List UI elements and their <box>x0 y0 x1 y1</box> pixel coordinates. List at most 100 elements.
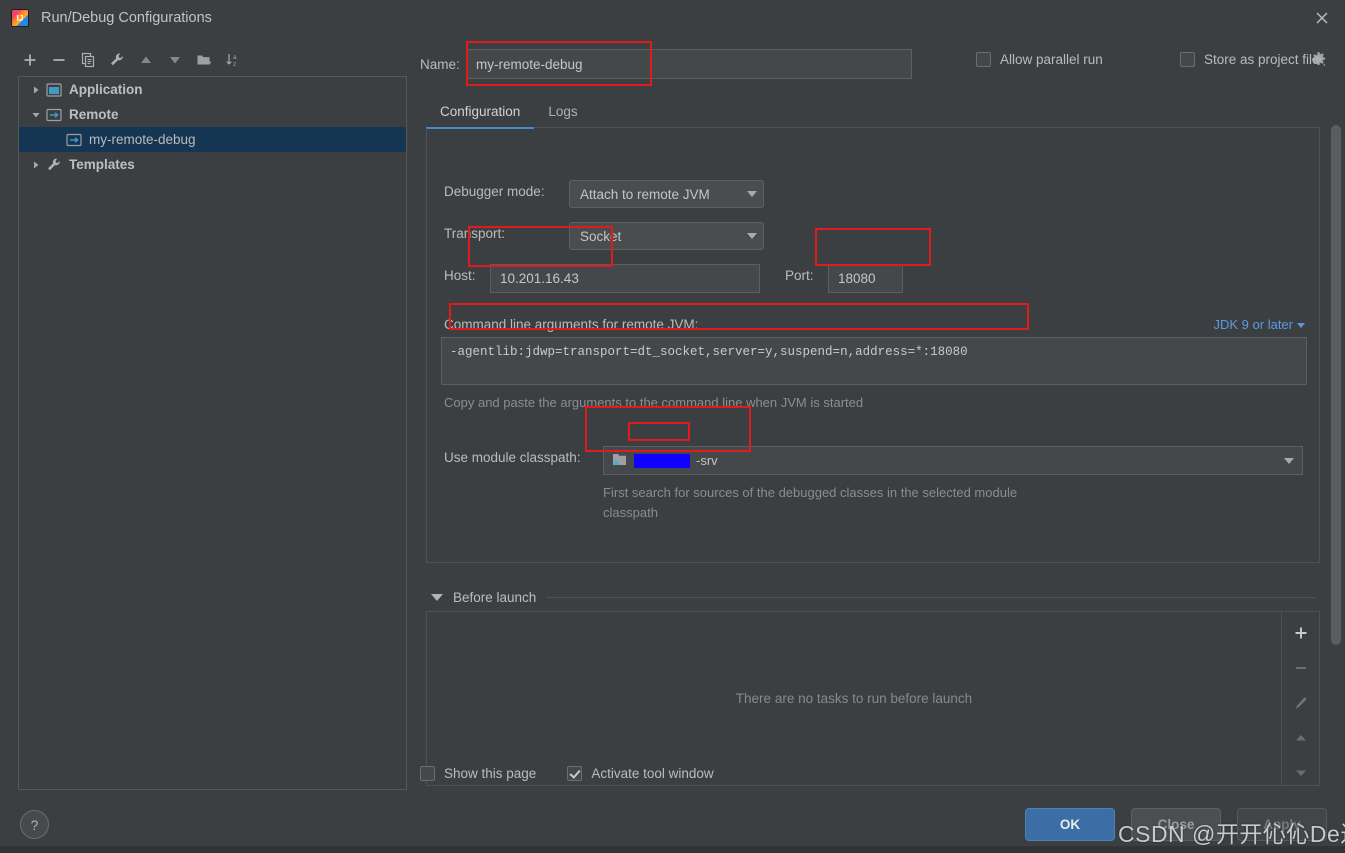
configuration-editor-pane: Name: Allow parallel run Store as projec… <box>420 36 1345 796</box>
expand-arrow-right-icon[interactable] <box>27 152 45 177</box>
editor-tabs: Configuration Logs <box>426 94 1320 129</box>
move-task-down-button[interactable] <box>1289 762 1313 784</box>
bottom-options-row: Show this page Activate tool window <box>420 766 714 781</box>
store-as-project-file-checkbox-row[interactable]: Store as project file <box>1180 52 1320 67</box>
wrench-icon[interactable] <box>104 48 130 72</box>
store-as-project-file-checkbox[interactable] <box>1180 52 1195 67</box>
svg-text:z: z <box>233 61 236 68</box>
title-bar: Run/Debug Configurations <box>0 0 1345 36</box>
move-task-up-button[interactable] <box>1289 727 1313 749</box>
chevron-down-icon <box>1297 323 1305 328</box>
expand-arrow-right-icon[interactable] <box>27 77 45 102</box>
command-line-hint: Copy and paste the arguments to the comm… <box>444 395 864 410</box>
tab-logs[interactable]: Logs <box>534 104 591 128</box>
close-icon[interactable] <box>1299 0 1345 36</box>
name-row: Name: <box>420 47 912 81</box>
edit-task-button[interactable] <box>1289 692 1313 714</box>
transport-value: Socket <box>580 228 622 244</box>
tree-item-remote[interactable]: Remote <box>19 102 406 127</box>
add-configuration-button[interactable] <box>17 48 43 72</box>
name-label: Name: <box>420 56 460 72</box>
command-line-arguments-label: Command line arguments for remote JVM: <box>444 317 699 332</box>
port-row: Port: <box>785 268 814 283</box>
before-launch-title: Before launch <box>453 589 537 605</box>
before-launch-panel: There are no tasks to run before launch <box>426 611 1320 786</box>
scrollbar-thumb[interactable] <box>1331 125 1341 645</box>
before-launch-task-list[interactable]: There are no tasks to run before launch <box>427 612 1281 785</box>
host-input[interactable] <box>490 264 760 293</box>
debugger-mode-select[interactable]: Attach to remote JVM <box>569 180 764 208</box>
jdk-version-label: JDK 9 or later <box>1213 317 1293 332</box>
store-as-project-file-label: Store as project file <box>1204 52 1320 67</box>
help-button[interactable]: ? <box>20 810 49 839</box>
show-this-page-label: Show this page <box>444 766 537 781</box>
module-classpath-value: -srv <box>696 453 718 468</box>
module-classpath-label: Use module classpath: <box>444 450 581 465</box>
intellij-idea-icon <box>11 9 29 27</box>
tree-item-label: Application <box>69 82 143 97</box>
host-label: Host: <box>444 268 476 283</box>
allow-parallel-run-checkbox-row[interactable]: Allow parallel run <box>976 52 1103 67</box>
configurations-sidebar: a z Application Remote my-remote-debug T… <box>9 44 407 796</box>
remove-configuration-button[interactable] <box>46 48 72 72</box>
transport-label: Transport: <box>444 226 506 241</box>
svg-text:a: a <box>233 54 237 61</box>
tree-item-label: Remote <box>69 107 119 122</box>
activate-tool-window-checkbox[interactable] <box>567 766 583 781</box>
module-classpath-select[interactable]: -srv <box>603 446 1303 475</box>
redacted-module-name <box>634 453 690 468</box>
expand-arrow-down-icon[interactable] <box>27 102 45 127</box>
module-icon <box>612 452 628 470</box>
host-row: Host: <box>444 268 476 283</box>
remove-task-button[interactable] <box>1289 657 1313 679</box>
ok-button[interactable]: OK <box>1025 808 1115 841</box>
port-label: Port: <box>785 268 814 283</box>
folder-add-icon[interactable] <box>191 48 217 72</box>
before-launch-toolbar <box>1281 612 1319 785</box>
name-input[interactable] <box>466 49 912 79</box>
arrow-down-icon[interactable] <box>162 48 188 72</box>
tree-item-label: my-remote-debug <box>89 132 196 147</box>
activate-tool-window-label: Activate tool window <box>591 766 714 781</box>
tree-item-application[interactable]: Application <box>19 77 406 102</box>
vertical-scrollbar[interactable] <box>1331 45 1341 790</box>
sidebar-toolbar: a z <box>9 44 407 76</box>
remote-icon <box>65 132 83 148</box>
tree-item-my-remote-debug[interactable]: my-remote-debug <box>19 127 406 152</box>
jdk-version-selector[interactable]: JDK 9 or later <box>1214 317 1305 332</box>
transport-select[interactable]: Socket <box>569 222 764 250</box>
chevron-down-icon <box>747 191 757 197</box>
gear-icon[interactable] <box>1310 51 1327 71</box>
add-task-button[interactable] <box>1289 622 1313 644</box>
module-classpath-row: Use module classpath: <box>444 450 581 465</box>
collapse-arrow-down-icon[interactable] <box>431 593 443 601</box>
transport-row: Transport: <box>444 226 505 241</box>
debugger-mode-value: Attach to remote JVM <box>580 186 710 202</box>
apply-button[interactable]: Apply <box>1237 808 1327 841</box>
debugger-mode-label: Debugger mode: <box>444 184 545 199</box>
configurations-tree[interactable]: Application Remote my-remote-debug Templ… <box>18 76 407 790</box>
port-input[interactable] <box>828 264 903 293</box>
tree-item-templates[interactable]: Templates <box>19 152 406 177</box>
bottom-strip <box>0 846 1345 853</box>
allow-parallel-run-checkbox[interactable] <box>976 52 991 67</box>
close-button[interactable]: Close <box>1131 808 1221 841</box>
left-edge-filler <box>0 36 8 846</box>
chevron-down-icon <box>1284 457 1294 464</box>
show-this-page-checkbox[interactable] <box>420 766 435 781</box>
arrow-up-icon[interactable] <box>133 48 159 72</box>
copy-icon[interactable] <box>75 48 101 72</box>
command-line-arguments-textarea[interactable]: -agentlib:jdwp=transport=dt_socket,serve… <box>441 337 1307 385</box>
tab-configuration[interactable]: Configuration <box>426 104 535 129</box>
wrench-icon <box>45 157 63 173</box>
before-launch-header[interactable]: Before launch <box>426 584 1320 610</box>
remote-icon <box>45 107 63 123</box>
section-divider <box>546 596 1316 598</box>
debugger-mode-row: Debugger mode: <box>444 184 545 199</box>
chevron-down-icon <box>747 233 757 239</box>
window-title: Run/Debug Configurations <box>41 10 212 26</box>
configuration-tab-panel: Debugger mode: Attach to remote JVM Tran… <box>426 128 1320 563</box>
sort-az-icon[interactable]: a z <box>220 48 246 72</box>
application-icon <box>45 82 63 98</box>
allow-parallel-run-label: Allow parallel run <box>1000 52 1103 67</box>
